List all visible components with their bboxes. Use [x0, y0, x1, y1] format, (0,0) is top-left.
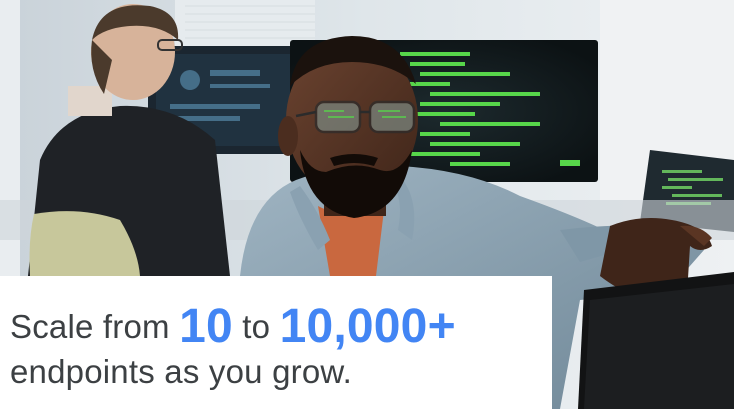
hero-banner: Scale from 10 to 10,000+ endpoints as yo…: [0, 0, 734, 409]
headline: Scale from 10 to 10,000+ endpoints as yo…: [10, 300, 550, 391]
headline-middle: to: [232, 308, 280, 345]
headline-number-to: 10,000+: [279, 300, 456, 353]
headline-line-1: Scale from 10 to 10,000+: [10, 300, 550, 354]
headline-line-2: endpoints as you grow.: [10, 352, 352, 390]
headline-prefix: Scale from: [10, 308, 180, 345]
headline-number-from: 10: [179, 300, 233, 353]
